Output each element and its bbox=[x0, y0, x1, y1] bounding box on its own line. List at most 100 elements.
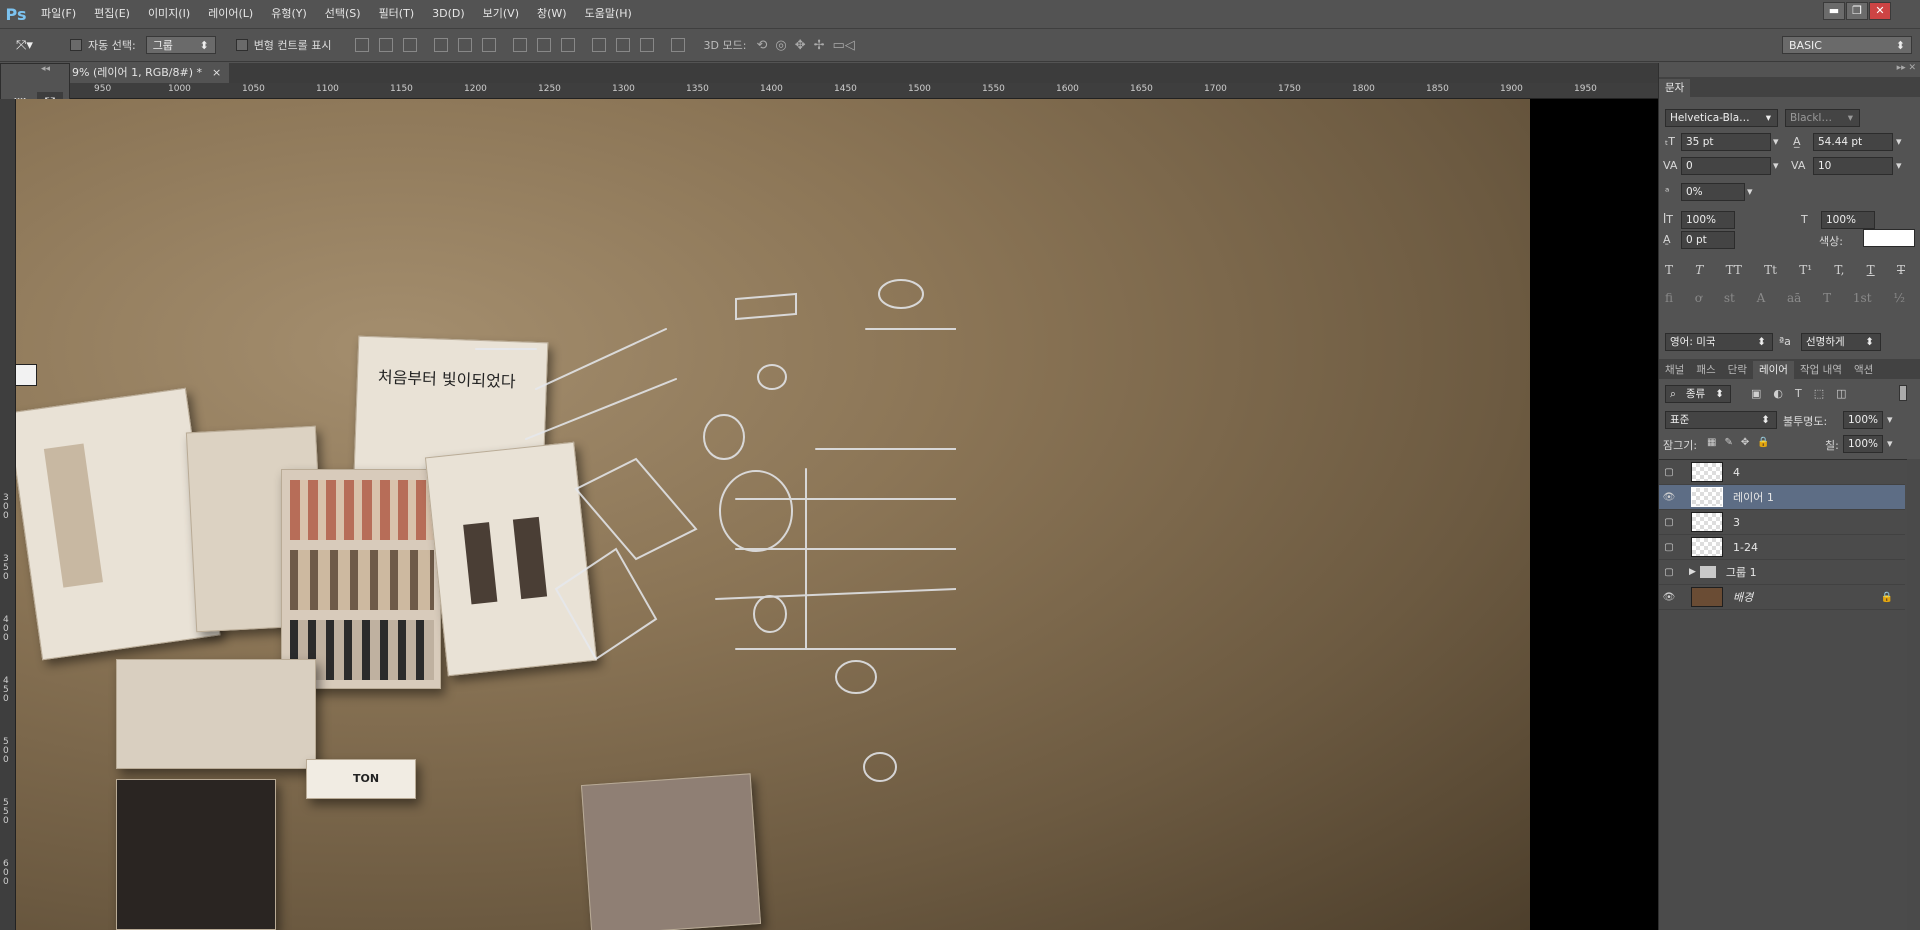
collapse-panels-icon[interactable]: ▸▸ ✕ bbox=[1897, 63, 1916, 73]
tab-paragraph[interactable]: 단락 bbox=[1722, 361, 1753, 379]
vertical-scale-field[interactable]: 100% bbox=[1681, 211, 1735, 229]
eye-icon[interactable]: 👁 bbox=[1659, 492, 1679, 503]
tab-layers[interactable]: 레이어 bbox=[1752, 361, 1794, 379]
3d-pan-icon[interactable]: ✥ bbox=[795, 38, 806, 53]
tab-character[interactable]: 문자 bbox=[1659, 79, 1691, 97]
align-top-icon[interactable] bbox=[354, 38, 369, 52]
layer-row[interactable]: 👁 배경 🔒 bbox=[1659, 585, 1905, 610]
menu-file[interactable]: 파일(F) bbox=[32, 0, 85, 28]
tab-paths[interactable]: 패스 bbox=[1690, 361, 1721, 379]
chevron-down-icon[interactable]: ▾ bbox=[1773, 159, 1779, 172]
opacity-field[interactable]: 100% bbox=[1843, 411, 1883, 429]
visibility-toggle[interactable]: ▢ bbox=[1659, 517, 1679, 528]
faux-bold-button[interactable]: T bbox=[1665, 263, 1673, 277]
lock-all-icon[interactable]: 🔒 bbox=[1757, 437, 1769, 448]
horizontal-scale-field[interactable]: 100% bbox=[1821, 211, 1875, 229]
menu-edit[interactable]: 편집(E) bbox=[85, 0, 139, 28]
align-bottom-icon[interactable] bbox=[402, 38, 417, 52]
font-style-dropdown[interactable]: BlackI… ▾ bbox=[1785, 109, 1860, 127]
layer-row[interactable]: ▢ 1-24 bbox=[1659, 535, 1905, 560]
align-left-icon[interactable] bbox=[433, 38, 448, 52]
menu-filter[interactable]: 필터(T) bbox=[370, 0, 424, 28]
close-document-icon[interactable]: × bbox=[212, 63, 221, 83]
underline-button[interactable]: T bbox=[1867, 263, 1875, 277]
titling-alternates-button[interactable]: T bbox=[1823, 291, 1831, 305]
layer-row[interactable]: ▢ 4 bbox=[1659, 460, 1905, 485]
stylistic-alternates-button[interactable]: aā bbox=[1787, 291, 1801, 305]
align-right-icon[interactable] bbox=[481, 38, 496, 52]
minimize-button[interactable]: ▬ bbox=[1823, 2, 1845, 20]
3d-rotate-icon[interactable]: ⟲ bbox=[756, 38, 767, 53]
antialias-dropdown[interactable]: 선명하게 ⬍ bbox=[1801, 333, 1881, 351]
expand-arrow-icon[interactable]: ▶ bbox=[1689, 567, 1696, 577]
collapse-icon[interactable]: ◂◂ bbox=[41, 64, 50, 74]
workspace-dropdown[interactable]: BASIC ⬍ bbox=[1782, 36, 1912, 54]
all-caps-button[interactable]: TT bbox=[1726, 263, 1742, 277]
align-vcenter-icon[interactable] bbox=[378, 38, 393, 52]
chevron-down-icon[interactable]: ▾ bbox=[1896, 159, 1902, 172]
menu-image[interactable]: 이미지(I) bbox=[139, 0, 199, 28]
faux-italic-button[interactable]: T bbox=[1695, 263, 1703, 277]
font-size-field[interactable]: 35 pt bbox=[1681, 133, 1771, 151]
filter-pixel-icon[interactable]: ▣ bbox=[1751, 387, 1761, 400]
filter-type-icon[interactable]: T bbox=[1795, 387, 1802, 400]
tab-channels[interactable]: 채널 bbox=[1659, 361, 1690, 379]
menu-window[interactable]: 창(W) bbox=[528, 0, 576, 28]
small-caps-button[interactable]: Tt bbox=[1764, 263, 1777, 277]
filter-toggle[interactable] bbox=[1899, 385, 1907, 401]
chevron-down-icon[interactable]: ▾ bbox=[1773, 135, 1779, 148]
layer-row[interactable]: 👁 레이어 1 bbox=[1659, 485, 1905, 510]
tab-actions[interactable]: 액션 bbox=[1848, 361, 1879, 379]
fill-field[interactable]: 100% bbox=[1843, 435, 1883, 453]
chevron-down-icon[interactable]: ▾ bbox=[1896, 135, 1902, 148]
visibility-toggle[interactable]: ▢ bbox=[1659, 567, 1679, 578]
auto-select-checkbox[interactable] bbox=[70, 39, 82, 51]
menu-3d[interactable]: 3D(D) bbox=[423, 0, 474, 28]
distribute-hcenter-icon[interactable] bbox=[615, 38, 630, 52]
close-window-button[interactable]: ✕ bbox=[1869, 2, 1891, 20]
text-color-swatch[interactable] bbox=[1863, 229, 1915, 247]
menu-help[interactable]: 도움말(H) bbox=[576, 0, 641, 28]
chevron-down-icon[interactable]: ▾ bbox=[1747, 185, 1753, 198]
transform-controls-checkbox[interactable] bbox=[235, 39, 248, 51]
layers-scrollbar[interactable] bbox=[1907, 459, 1920, 930]
document-canvas[interactable]: 처음부터 빛이되었다 TON bbox=[16, 99, 1658, 930]
layer-row[interactable]: ▢ ▶ 그룹 1 bbox=[1659, 560, 1905, 585]
language-dropdown[interactable]: 영어: 미국 ⬍ bbox=[1665, 333, 1773, 351]
visibility-toggle[interactable]: ▢ bbox=[1659, 467, 1679, 478]
move-tool-preset[interactable]: ⤧▾ bbox=[16, 34, 62, 56]
layer-row[interactable]: ▢ 3 bbox=[1659, 510, 1905, 535]
blend-mode-dropdown[interactable]: 표준 ⬍ bbox=[1665, 411, 1777, 429]
menu-layer[interactable]: 레이어(L) bbox=[199, 0, 262, 28]
filter-adjustment-icon[interactable]: ◐ bbox=[1773, 387, 1783, 400]
menu-view[interactable]: 보기(V) bbox=[474, 0, 528, 28]
distribute-vcenter-icon[interactable] bbox=[536, 38, 551, 52]
baseline-shift-field[interactable]: 0 pt bbox=[1681, 231, 1735, 249]
contextual-alternates-button[interactable]: ơ bbox=[1695, 291, 1702, 305]
foreground-color-swatch[interactable] bbox=[15, 364, 37, 386]
tracking-field[interactable]: 10 bbox=[1813, 157, 1893, 175]
distribute-top-icon[interactable] bbox=[512, 38, 527, 52]
ordinals-button[interactable]: 1st bbox=[1853, 291, 1872, 305]
restore-button[interactable]: ❐ bbox=[1846, 2, 1868, 20]
distribute-left-icon[interactable] bbox=[591, 38, 606, 52]
tsume-field[interactable]: 0% bbox=[1681, 183, 1745, 201]
strikethrough-button[interactable]: T bbox=[1897, 263, 1905, 277]
menu-select[interactable]: 선택(S) bbox=[316, 0, 370, 28]
3d-camera-icon[interactable]: ▭◁ bbox=[833, 38, 855, 53]
3d-slide-icon[interactable]: ✢ bbox=[814, 38, 825, 53]
fractions-button[interactable]: ½ bbox=[1893, 291, 1905, 305]
lock-position-icon[interactable]: ✥ bbox=[1741, 437, 1749, 448]
superscript-button[interactable]: T¹ bbox=[1799, 263, 1812, 277]
ligature-button[interactable]: fi bbox=[1665, 291, 1673, 305]
auto-align-icon[interactable] bbox=[670, 38, 685, 52]
font-family-dropdown[interactable]: Helvetica-Bla… ▾ bbox=[1665, 109, 1778, 127]
kerning-field[interactable]: 0 bbox=[1681, 157, 1771, 175]
menu-type[interactable]: 유형(Y) bbox=[262, 0, 316, 28]
chevron-down-icon[interactable]: ▾ bbox=[1887, 413, 1893, 426]
align-hcenter-icon[interactable] bbox=[457, 38, 472, 52]
3d-roll-icon[interactable]: ◎ bbox=[775, 38, 786, 53]
leading-field[interactable]: 54.44 pt bbox=[1813, 133, 1893, 151]
subscript-button[interactable]: T, bbox=[1834, 263, 1844, 277]
visibility-toggle[interactable]: ▢ bbox=[1659, 542, 1679, 553]
